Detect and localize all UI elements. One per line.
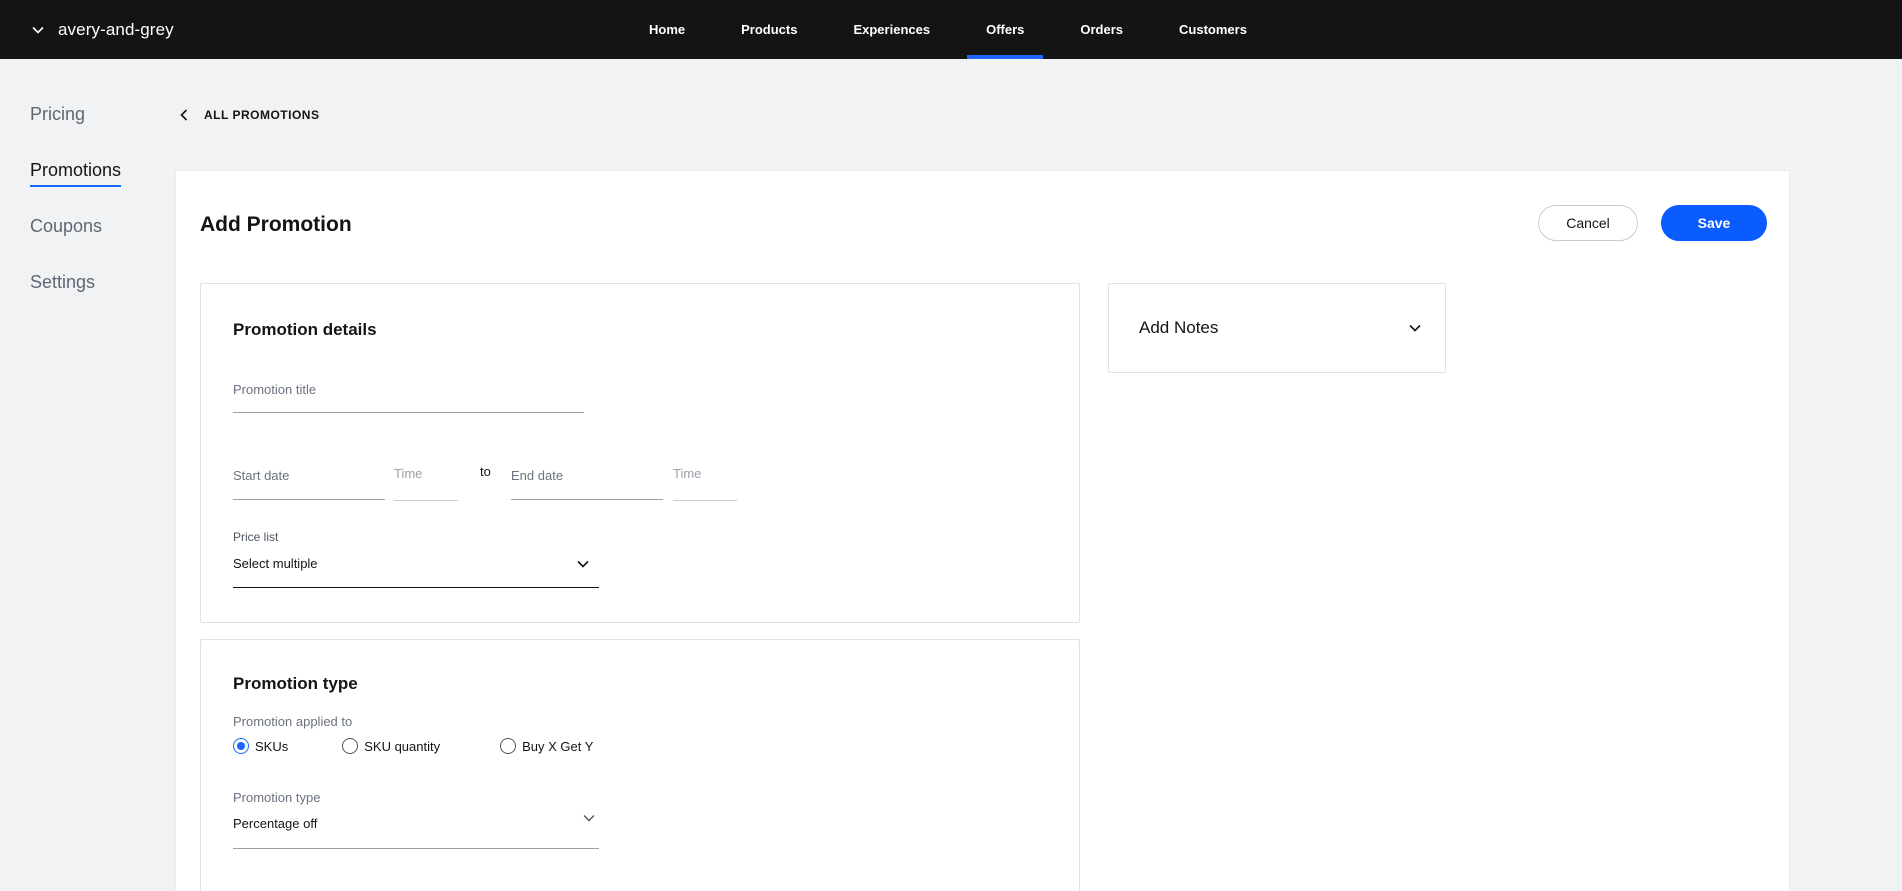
chevron-down-icon bbox=[1409, 324, 1421, 332]
date-range-to-label: to bbox=[480, 464, 491, 479]
end-time-underline bbox=[673, 500, 737, 501]
radio-skus[interactable]: SKUs bbox=[233, 738, 288, 754]
promotion-type-card: Promotion type Promotion applied to SKUs… bbox=[200, 639, 1080, 891]
promotion-type-value: Percentage off bbox=[233, 816, 318, 831]
store-switcher[interactable]: avery-and-grey bbox=[30, 0, 174, 59]
sidebar-item-promotions[interactable]: Promotions bbox=[30, 160, 122, 187]
nav-orders[interactable]: Orders bbox=[1061, 0, 1142, 59]
add-notes-title: Add Notes bbox=[1139, 318, 1219, 337]
radio-unchecked-icon bbox=[500, 738, 517, 754]
promotion-details-card: Promotion details Promotion title Start … bbox=[200, 283, 1080, 623]
sidebar: Pricing Promotions Coupons Settings bbox=[30, 104, 140, 328]
start-date-underline bbox=[233, 499, 385, 500]
sidebar-item-coupons[interactable]: Coupons bbox=[30, 216, 102, 241]
radio-sku-quantity-label: SKU quantity bbox=[364, 738, 441, 754]
page-title: Add Promotion bbox=[200, 213, 352, 236]
end-time-placeholder: Time bbox=[673, 466, 702, 481]
nav-experiences[interactable]: Experiences bbox=[834, 0, 949, 59]
end-date-input[interactable]: End date bbox=[511, 462, 663, 500]
sidebar-item-settings[interactable]: Settings bbox=[30, 272, 95, 297]
sidebar-item-pricing[interactable]: Pricing bbox=[30, 104, 85, 129]
start-time-placeholder: Time bbox=[394, 466, 423, 481]
price-list-value: Select multiple bbox=[233, 556, 318, 571]
radio-skus-label: SKUs bbox=[255, 738, 289, 754]
end-time-input[interactable]: Time bbox=[673, 462, 737, 501]
radio-sku-quantity[interactable]: SKU quantity bbox=[342, 738, 440, 754]
nav-offers[interactable]: Offers bbox=[967, 0, 1044, 59]
start-time-input[interactable]: Time bbox=[394, 462, 458, 501]
add-notes-accordion[interactable]: Add Notes bbox=[1108, 283, 1446, 373]
nav-products[interactable]: Products bbox=[722, 0, 816, 59]
end-date-placeholder: End date bbox=[511, 468, 564, 483]
chevron-down-icon bbox=[577, 560, 589, 568]
chevron-down-icon bbox=[583, 815, 595, 822]
main-nav: Home Products Experiences Offers Orders … bbox=[630, 0, 1284, 59]
nav-home[interactable]: Home bbox=[630, 0, 704, 59]
promotion-title-placeholder: Promotion title bbox=[233, 382, 317, 397]
applied-to-radio-group: SKUs SKU quantity Buy X Get Y bbox=[233, 738, 649, 754]
price-list-select[interactable]: Select multiple bbox=[233, 550, 599, 590]
save-button[interactable]: Save bbox=[1661, 205, 1767, 241]
breadcrumb-label: ALL PROMOTIONS bbox=[204, 108, 320, 122]
promotion-type-title: Promotion type bbox=[233, 674, 358, 693]
start-time-underline bbox=[394, 500, 458, 501]
chevron-down-icon bbox=[32, 26, 44, 34]
chevron-left-icon bbox=[180, 109, 188, 121]
applied-to-label: Promotion applied to bbox=[233, 714, 353, 729]
radio-buy-x-get-y[interactable]: Buy X Get Y bbox=[500, 738, 593, 754]
start-date-input[interactable]: Start date bbox=[233, 462, 385, 500]
promotion-type-select[interactable]: Percentage off bbox=[233, 808, 599, 852]
promotion-type-label: Promotion type bbox=[233, 790, 321, 805]
promotion-type-underline bbox=[233, 848, 599, 849]
radio-checked-icon bbox=[233, 738, 249, 754]
start-date-placeholder: Start date bbox=[233, 468, 290, 483]
price-list-label: Price list bbox=[233, 530, 279, 544]
promotion-title-underline bbox=[233, 412, 584, 413]
promotion-title-input[interactable]: Promotion title bbox=[233, 378, 584, 414]
main-panel: Add Promotion Cancel Save Promotion deta… bbox=[175, 170, 1790, 891]
price-list-underline bbox=[233, 587, 599, 588]
nav-customers[interactable]: Customers bbox=[1160, 0, 1266, 59]
promotion-details-title: Promotion details bbox=[233, 320, 377, 339]
cancel-button[interactable]: Cancel bbox=[1538, 205, 1638, 241]
top-navigation-bar: avery-and-grey Home Products Experiences… bbox=[0, 0, 1902, 59]
store-name: avery-and-grey bbox=[58, 19, 174, 39]
breadcrumb-back-link[interactable]: ALL PROMOTIONS bbox=[178, 108, 319, 122]
radio-buy-x-get-y-label: Buy X Get Y bbox=[522, 738, 594, 754]
end-date-underline bbox=[511, 499, 663, 500]
radio-unchecked-icon bbox=[342, 738, 359, 754]
